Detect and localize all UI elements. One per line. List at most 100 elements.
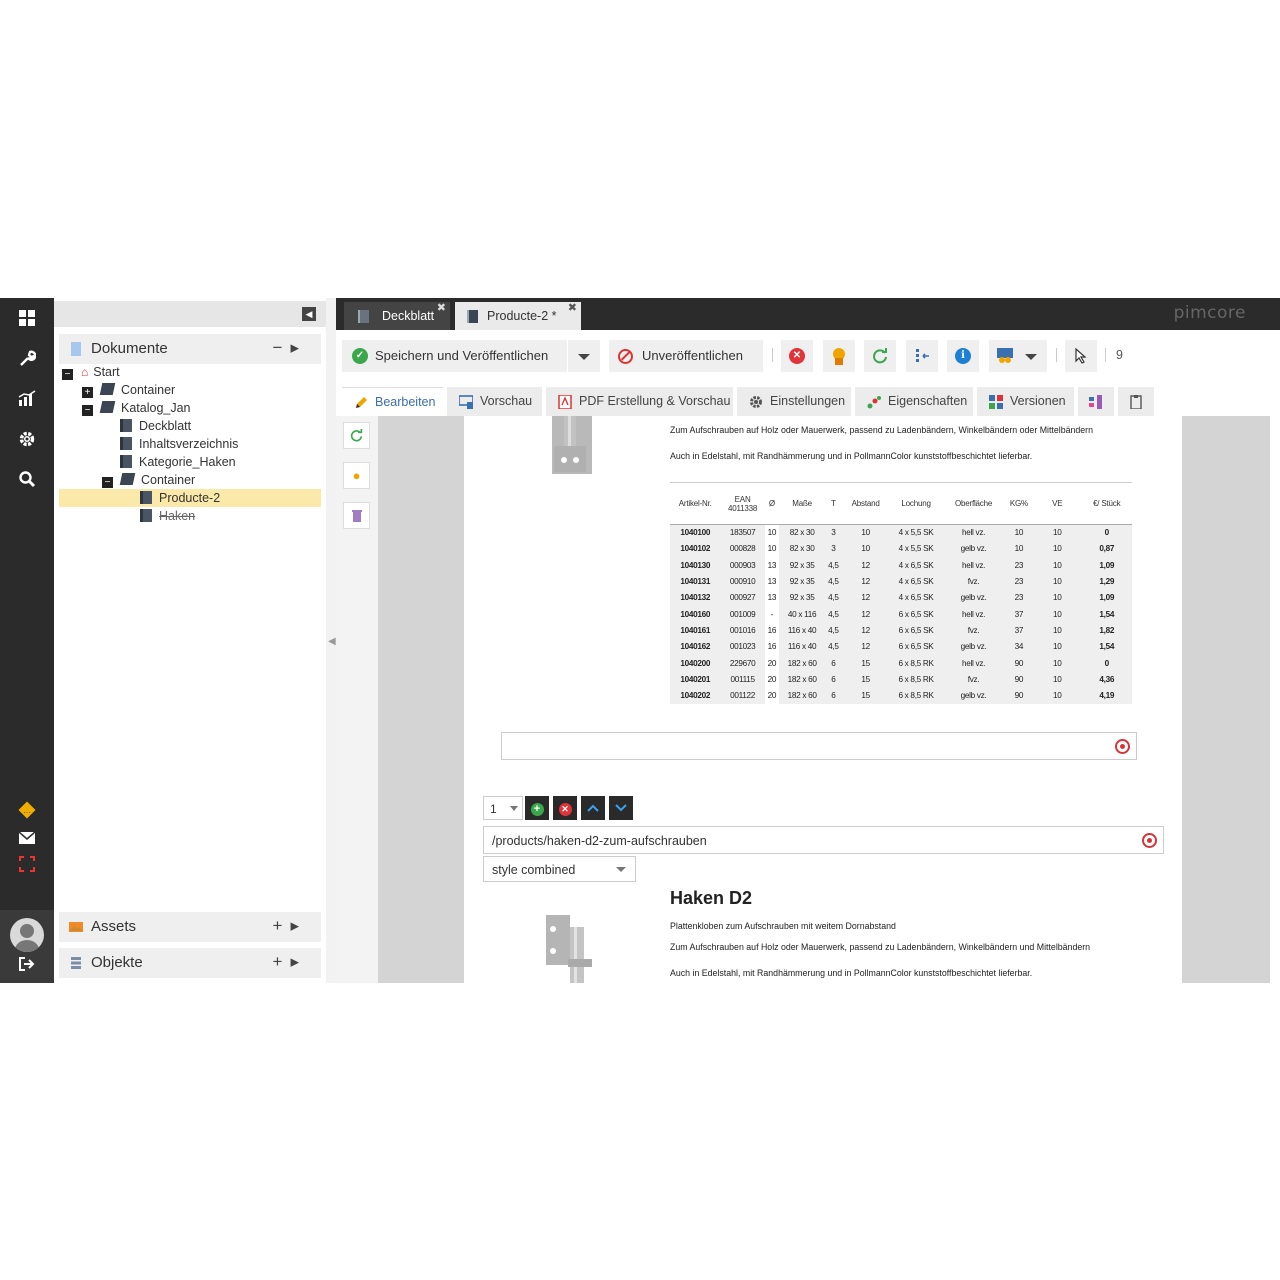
move-up-button[interactable] [581, 796, 605, 820]
collapse-icon[interactable]: − [102, 477, 113, 488]
folder-icon [99, 401, 116, 413]
close-icon[interactable]: ✖ [437, 298, 446, 322]
table-cell: 90 [1004, 671, 1034, 688]
assets-accordion-header[interactable]: Assets +▸ [59, 912, 321, 942]
gear-icon[interactable] [17, 430, 37, 450]
collapse-icon[interactable]: − [82, 405, 93, 416]
save-options-dropdown[interactable] [568, 340, 600, 372]
reload-button[interactable] [864, 340, 896, 372]
show-in-tree-button[interactable] [906, 340, 938, 372]
grid-icon[interactable] [17, 310, 37, 330]
table-cell: fvz. [942, 671, 1005, 688]
svg-text:…: … [23, 806, 31, 815]
panel-splitter[interactable]: ◀ [326, 298, 336, 983]
logout-icon[interactable] [17, 956, 37, 976]
tab-schedule[interactable] [1078, 387, 1114, 416]
tab-pdf[interactable]: PDF Erstellung & Vorschau [546, 387, 733, 416]
documents-accordion-header[interactable]: Dokumente −▸ [59, 334, 321, 364]
tree-node-kategorie-haken[interactable]: Kategorie_Haken [120, 453, 236, 471]
tab-notes[interactable] [1118, 387, 1154, 416]
unpublish-button[interactable]: Unveröffentlichen [609, 340, 763, 372]
objects-title: Objekte [91, 954, 143, 971]
tab-producte-2[interactable]: Producte-2 * ✖ [455, 302, 581, 330]
table-cell: 3 [825, 540, 842, 558]
chevron-down-icon [578, 354, 590, 360]
tree-locate-icon [916, 349, 929, 362]
save-publish-button[interactable]: ✓ Speichern und Veröffentlichen [342, 340, 567, 372]
editor-tab-bar: Deckblatt ✖ Producte-2 * ✖ pimcore [336, 298, 1280, 330]
table-cell: 10 [1033, 589, 1082, 606]
table-cell: 1040202 [670, 687, 721, 704]
collapse-panel-button[interactable]: ◀ [302, 307, 316, 321]
warning-icon[interactable]: … [17, 801, 37, 821]
table-cell: 6 x 8,5 RK [889, 671, 943, 688]
target-icon[interactable] [1115, 739, 1130, 754]
tab-eigenschaften[interactable]: Eigenschaften [855, 387, 973, 416]
preview-icon [459, 395, 473, 409]
focus-icon[interactable] [17, 856, 37, 876]
chevron-left-icon[interactable]: ◀ [328, 636, 336, 647]
translate-button[interactable] [823, 340, 855, 372]
table-cell: 001009 [720, 605, 765, 623]
table-row: 1040130 000903 13 92 x 35 4,5 12 4 x 6,5 SK hel… [670, 557, 1132, 574]
refresh-button[interactable] [343, 422, 370, 449]
collapse-icon[interactable]: − [62, 369, 73, 380]
product-title: Haken D2 [670, 888, 753, 908]
table-cell: 13 [764, 573, 779, 590]
remove-block-button[interactable]: ✕ [553, 796, 577, 820]
tab-vorschau[interactable]: Vorschau [447, 387, 542, 416]
tree-node-katalog[interactable]: − Katalog_Jan [82, 399, 191, 417]
assets-title: Assets [91, 918, 137, 935]
objects-accordion-header[interactable]: Objekte +▸ [59, 948, 321, 978]
page-icon [120, 437, 132, 450]
table-cell: 0 [1081, 654, 1132, 672]
table-cell: 4 x 6,5 SK [889, 573, 943, 590]
search-icon[interactable] [17, 470, 37, 490]
style-select[interactable]: style combined [483, 856, 636, 882]
tab-bearbeiten[interactable]: Bearbeiten [342, 387, 443, 416]
accordion-tools[interactable]: +▸ [273, 916, 307, 936]
accordion-tools[interactable]: −▸ [273, 338, 307, 358]
target-icon[interactable] [1142, 833, 1157, 848]
tree-node-start[interactable]: − ⌂ Start [62, 363, 120, 381]
tree-node-haken[interactable]: Haken [140, 507, 195, 525]
product-path-input[interactable]: /products/haken-d2-zum-aufschrauben [483, 826, 1164, 854]
close-icon[interactable]: ✖ [568, 298, 577, 322]
tree-node-producte-2[interactable]: Producte-2 [59, 489, 321, 507]
page-icon [120, 419, 132, 432]
snippet-input[interactable] [501, 732, 1137, 760]
table-cell: 1040161 [670, 622, 721, 639]
table-cell: 4 x 5,5 SK [889, 540, 943, 558]
delete-button[interactable]: ✕ [781, 340, 813, 372]
pointer-button[interactable] [1065, 340, 1097, 372]
mail-icon[interactable] [17, 829, 37, 849]
highlight-button[interactable]: ● [343, 462, 370, 489]
tree-node-inhaltsverzeichnis[interactable]: Inhaltsverzeichnis [120, 435, 238, 453]
tree-node-container[interactable]: + Container [82, 381, 175, 399]
share-dropdown[interactable] [989, 340, 1047, 372]
table-cell: 90 [1004, 654, 1034, 672]
info-button[interactable]: i [947, 340, 979, 372]
tab-versionen[interactable]: Versionen [977, 387, 1074, 416]
table-cell: 4,5 [825, 589, 842, 606]
tree-node-deckblatt[interactable]: Deckblatt [120, 417, 191, 435]
table-cell: 000927 [720, 589, 765, 606]
table-cell: 183507 [720, 523, 765, 541]
wrench-icon[interactable] [17, 350, 37, 370]
table-cell: 6 [825, 671, 842, 688]
tab-einstellungen[interactable]: Einstellungen [737, 387, 851, 416]
avatar[interactable] [10, 918, 44, 952]
lightbulb-icon: ● [352, 468, 361, 483]
move-down-button[interactable] [609, 796, 633, 820]
block-index-select[interactable]: 1 [483, 796, 523, 820]
accordion-tools[interactable]: +▸ [273, 952, 307, 972]
versions-icon [989, 395, 1003, 409]
tree-node-container-2[interactable]: − Container [102, 471, 195, 489]
clear-button[interactable] [343, 502, 370, 529]
product-subtitle: Plattenkloben zum Aufschrauben mit weite… [670, 921, 896, 931]
chart-icon[interactable] [17, 390, 37, 410]
expand-icon[interactable]: + [82, 387, 93, 398]
table-cell: 10 [1033, 622, 1082, 639]
add-block-button[interactable]: + [525, 796, 549, 820]
tab-deckblatt[interactable]: Deckblatt ✖ [344, 302, 450, 330]
